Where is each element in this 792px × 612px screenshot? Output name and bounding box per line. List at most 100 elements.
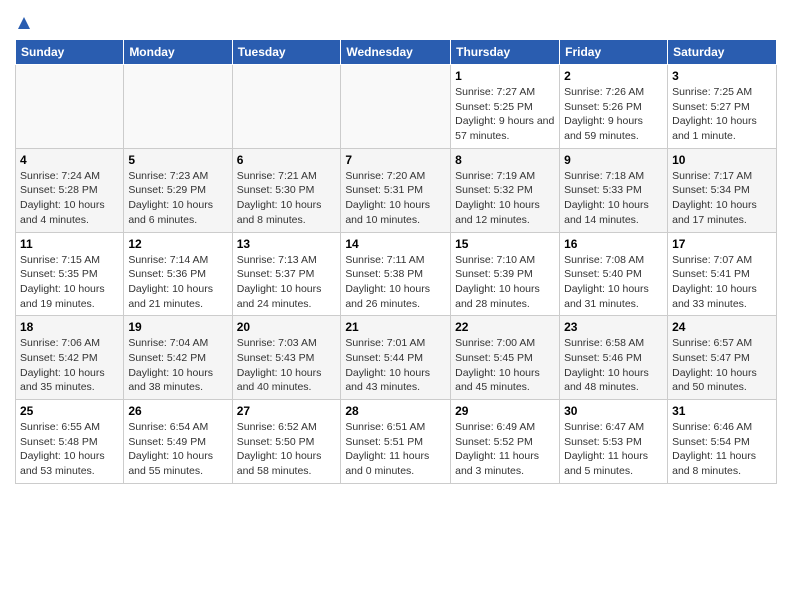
day-info: Sunrise: 7:10 AMSunset: 5:39 PMDaylight:… <box>455 253 555 312</box>
calendar-cell: 3Sunrise: 7:25 AMSunset: 5:27 PMDaylight… <box>668 65 777 149</box>
day-number: 26 <box>128 404 227 418</box>
day-info: Sunrise: 7:07 AMSunset: 5:41 PMDaylight:… <box>672 253 772 312</box>
day-number: 31 <box>672 404 772 418</box>
calendar-cell <box>232 65 341 149</box>
day-info: Sunrise: 7:03 AMSunset: 5:43 PMDaylight:… <box>237 336 337 395</box>
header <box>15 10 777 31</box>
day-info: Sunrise: 6:46 AMSunset: 5:54 PMDaylight:… <box>672 420 772 479</box>
day-number: 21 <box>345 320 446 334</box>
day-number: 24 <box>672 320 772 334</box>
day-info: Sunrise: 7:20 AMSunset: 5:31 PMDaylight:… <box>345 169 446 228</box>
calendar-cell: 23 Sunrise: 6:58 AMSunset: 5:46 PMDayligh… <box>560 316 668 400</box>
day-number: 30 <box>564 404 663 418</box>
calendar-header-saturday: Saturday <box>668 40 777 65</box>
calendar: SundayMondayTuesdayWednesdayThursdayFrid… <box>15 39 777 484</box>
calendar-cell: 2Sunrise: 7:26 AMSunset: 5:26 PMDaylight… <box>560 65 668 149</box>
day-number: 19 <box>128 320 227 334</box>
day-number: 13 <box>237 237 337 251</box>
day-number: 12 <box>128 237 227 251</box>
calendar-cell: 26 Sunrise: 6:54 AMSunset: 5:49 PMDayligh… <box>124 400 232 484</box>
calendar-cell: 31 Sunrise: 6:46 AMSunset: 5:54 PMDayligh… <box>668 400 777 484</box>
day-number: 3 <box>672 69 772 83</box>
day-info: Sunrise: 7:06 AMSunset: 5:42 PMDaylight:… <box>20 336 119 395</box>
calendar-cell: 5 Sunrise: 7:23 AMSunset: 5:29 PMDaylight… <box>124 148 232 232</box>
logo <box>15 15 32 31</box>
day-info: Sunrise: 7:23 AMSunset: 5:29 PMDaylight:… <box>128 169 227 228</box>
calendar-cell: 21Sunrise: 7:01 AMSunset: 5:44 PMDayligh… <box>341 316 451 400</box>
day-number: 2 <box>564 69 663 83</box>
day-info: Sunrise: 7:21 AMSunset: 5:30 PMDaylight:… <box>237 169 337 228</box>
day-number: 20 <box>237 320 337 334</box>
day-number: 10 <box>672 153 772 167</box>
calendar-cell: 17 Sunrise: 7:07 AMSunset: 5:41 PMDayligh… <box>668 232 777 316</box>
calendar-cell: 27 Sunrise: 6:52 AMSunset: 5:50 PMDayligh… <box>232 400 341 484</box>
day-info: Sunrise: 6:57 AMSunset: 5:47 PMDaylight:… <box>672 336 772 395</box>
calendar-header-wednesday: Wednesday <box>341 40 451 65</box>
day-number: 18 <box>20 320 119 334</box>
day-number: 14 <box>345 237 446 251</box>
calendar-header-sunday: Sunday <box>16 40 124 65</box>
day-number: 17 <box>672 237 772 251</box>
calendar-cell: 29 Sunrise: 6:49 AMSunset: 5:52 PMDayligh… <box>451 400 560 484</box>
calendar-cell: 28 Sunrise: 6:51 AMSunset: 5:51 PMDayligh… <box>341 400 451 484</box>
day-info: Sunrise: 6:49 AMSunset: 5:52 PMDaylight:… <box>455 420 555 479</box>
day-number: 22 <box>455 320 555 334</box>
calendar-cell: 18 Sunrise: 7:06 AMSunset: 5:42 PMDayligh… <box>16 316 124 400</box>
calendar-cell: 9Sunrise: 7:18 AMSunset: 5:33 PMDaylight… <box>560 148 668 232</box>
day-info: Sunrise: 7:27 AMSunset: 5:25 PMDaylight:… <box>455 85 555 144</box>
day-number: 8 <box>455 153 555 167</box>
day-number: 4 <box>20 153 119 167</box>
day-info: Sunrise: 6:52 AMSunset: 5:50 PMDaylight:… <box>237 420 337 479</box>
day-info: Sunrise: 7:04 AMSunset: 5:42 PMDaylight:… <box>128 336 227 395</box>
day-info: Sunrise: 6:54 AMSunset: 5:49 PMDaylight:… <box>128 420 227 479</box>
day-info: Sunrise: 7:08 AMSunset: 5:40 PMDaylight:… <box>564 253 663 312</box>
calendar-week-3: 11Sunrise: 7:15 AMSunset: 5:35 PMDayligh… <box>16 232 777 316</box>
calendar-cell: 24 Sunrise: 6:57 AMSunset: 5:47 PMDayligh… <box>668 316 777 400</box>
calendar-header-monday: Monday <box>124 40 232 65</box>
day-info: Sunrise: 7:18 AMSunset: 5:33 PMDaylight:… <box>564 169 663 228</box>
day-number: 7 <box>345 153 446 167</box>
calendar-week-2: 4 Sunrise: 7:24 AMSunset: 5:28 PMDaylight… <box>16 148 777 232</box>
day-info: Sunrise: 7:00 AMSunset: 5:45 PMDaylight:… <box>455 336 555 395</box>
day-info: Sunrise: 7:17 AMSunset: 5:34 PMDaylight:… <box>672 169 772 228</box>
day-info: Sunrise: 7:19 AMSunset: 5:32 PMDaylight:… <box>455 169 555 228</box>
calendar-cell: 14 Sunrise: 7:11 AMSunset: 5:38 PMDayligh… <box>341 232 451 316</box>
day-number: 23 <box>564 320 663 334</box>
calendar-week-5: 25 Sunrise: 6:55 AMSunset: 5:48 PMDayligh… <box>16 400 777 484</box>
day-number: 5 <box>128 153 227 167</box>
calendar-cell: 16Sunrise: 7:08 AMSunset: 5:40 PMDayligh… <box>560 232 668 316</box>
calendar-cell: 15 Sunrise: 7:10 AMSunset: 5:39 PMDayligh… <box>451 232 560 316</box>
calendar-cell: 22 Sunrise: 7:00 AMSunset: 5:45 PMDayligh… <box>451 316 560 400</box>
calendar-cell: 10 Sunrise: 7:17 AMSunset: 5:34 PMDayligh… <box>668 148 777 232</box>
day-number: 15 <box>455 237 555 251</box>
calendar-cell: 30 Sunrise: 6:47 AMSunset: 5:53 PMDayligh… <box>560 400 668 484</box>
day-number: 11 <box>20 237 119 251</box>
calendar-cell: 7 Sunrise: 7:20 AMSunset: 5:31 PMDaylight… <box>341 148 451 232</box>
day-info: Sunrise: 6:58 AMSunset: 5:46 PMDaylight:… <box>564 336 663 395</box>
calendar-cell: 19 Sunrise: 7:04 AMSunset: 5:42 PMDayligh… <box>124 316 232 400</box>
calendar-cell: 4 Sunrise: 7:24 AMSunset: 5:28 PMDaylight… <box>16 148 124 232</box>
calendar-cell: 8 Sunrise: 7:19 AMSunset: 5:32 PMDaylight… <box>451 148 560 232</box>
calendar-week-4: 18 Sunrise: 7:06 AMSunset: 5:42 PMDayligh… <box>16 316 777 400</box>
calendar-cell: 11Sunrise: 7:15 AMSunset: 5:35 PMDayligh… <box>16 232 124 316</box>
calendar-cell: 6 Sunrise: 7:21 AMSunset: 5:30 PMDaylight… <box>232 148 341 232</box>
day-number: 29 <box>455 404 555 418</box>
calendar-cell: 20 Sunrise: 7:03 AMSunset: 5:43 PMDayligh… <box>232 316 341 400</box>
day-number: 6 <box>237 153 337 167</box>
day-info: Sunrise: 7:11 AMSunset: 5:38 PMDaylight:… <box>345 253 446 312</box>
logo-triangle-icon <box>16 15 32 31</box>
day-info: Sunrise: 6:51 AMSunset: 5:51 PMDaylight:… <box>345 420 446 479</box>
day-number: 27 <box>237 404 337 418</box>
day-info: Sunrise: 6:47 AMSunset: 5:53 PMDaylight:… <box>564 420 663 479</box>
day-info: Sunrise: 6:55 AMSunset: 5:48 PMDaylight:… <box>20 420 119 479</box>
calendar-cell <box>124 65 232 149</box>
calendar-cell: 25 Sunrise: 6:55 AMSunset: 5:48 PMDayligh… <box>16 400 124 484</box>
day-number: 28 <box>345 404 446 418</box>
calendar-header-tuesday: Tuesday <box>232 40 341 65</box>
calendar-cell: 1Sunrise: 7:27 AMSunset: 5:25 PMDaylight… <box>451 65 560 149</box>
calendar-cell: 13Sunrise: 7:13 AMSunset: 5:37 PMDayligh… <box>232 232 341 316</box>
calendar-cell: 12Sunrise: 7:14 AMSunset: 5:36 PMDayligh… <box>124 232 232 316</box>
day-number: 25 <box>20 404 119 418</box>
day-info: Sunrise: 7:24 AMSunset: 5:28 PMDaylight:… <box>20 169 119 228</box>
calendar-cell <box>341 65 451 149</box>
